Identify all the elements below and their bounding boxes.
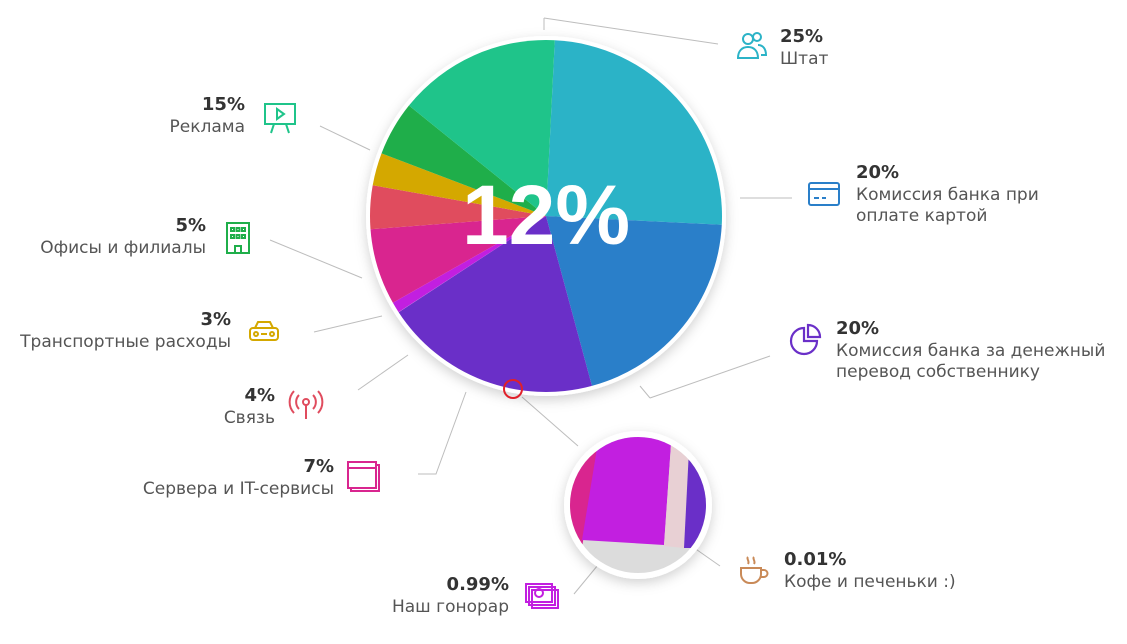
label-value: 20% xyxy=(836,318,880,339)
label-transport: 3% Транспортные расходы xyxy=(20,309,231,353)
label-value: 4% xyxy=(244,385,275,406)
coffee-cup-icon xyxy=(740,556,769,584)
label-value: 20% xyxy=(856,162,900,183)
label-name-line2: оплате картой xyxy=(856,205,988,226)
label-card-commission: 20% Комиссия банка при оплате картой xyxy=(856,162,1039,227)
browser-window-icon xyxy=(347,461,380,492)
leader-line xyxy=(357,354,409,391)
label-value: 0.01% xyxy=(784,549,847,570)
leader-line xyxy=(521,396,579,447)
label-value: 5% xyxy=(175,215,206,236)
label-communication: 4% Связь xyxy=(224,385,275,429)
office-building-icon xyxy=(226,222,250,254)
credit-card-icon xyxy=(808,182,840,206)
car-icon xyxy=(249,321,279,341)
label-name: Транспортные расходы xyxy=(20,331,231,352)
label-name: Штат xyxy=(780,48,829,69)
leader-line xyxy=(649,355,771,399)
label-advertising: 15% Реклама xyxy=(169,94,245,138)
label-name: Кофе и печеньки :) xyxy=(784,571,956,592)
label-transfer-commission: 20% Комиссия банка за денежный перевод с… xyxy=(836,318,1105,383)
label-name-line2: перевод собственнику xyxy=(836,361,1040,382)
people-icon xyxy=(736,32,768,59)
zoom-lens xyxy=(570,437,706,573)
label-value: 15% xyxy=(201,94,245,115)
label-servers: 7% Сервера и IT-сервисы xyxy=(143,456,334,500)
label-staff: 25% Штат xyxy=(780,26,828,70)
presentation-board-icon xyxy=(264,103,296,134)
leader-line xyxy=(313,315,383,333)
label-value: 0.99% xyxy=(446,574,509,595)
leader-line xyxy=(418,391,467,475)
label-coffee: 0.01% Кофе и печеньки :) xyxy=(784,549,956,593)
label-name: Сервера и IT-сервисы xyxy=(142,478,334,499)
label-value: 25% xyxy=(780,26,824,47)
label-name: Наш гонорар xyxy=(391,596,509,617)
leader-line xyxy=(269,239,363,279)
pie-chart-icon xyxy=(789,323,822,356)
antenna-icon xyxy=(288,390,324,419)
label-name: Реклама xyxy=(169,116,245,137)
leader-line xyxy=(319,125,371,151)
label-honorarium: 0.99% Наш гонорар xyxy=(392,574,509,618)
label-name-line1: Комиссия банка при xyxy=(856,184,1039,205)
label-name-line1: Комиссия банка за денежный xyxy=(836,340,1106,361)
label-offices: 5% Офисы и филиалы xyxy=(40,215,206,259)
label-name: Офисы и филиалы xyxy=(40,237,206,258)
money-icon xyxy=(525,583,559,609)
label-value: 3% xyxy=(200,309,231,330)
center-label: 12% xyxy=(462,168,630,262)
label-value: 7% xyxy=(303,456,334,477)
leader-line xyxy=(639,385,651,399)
label-name: Связь xyxy=(223,407,275,428)
